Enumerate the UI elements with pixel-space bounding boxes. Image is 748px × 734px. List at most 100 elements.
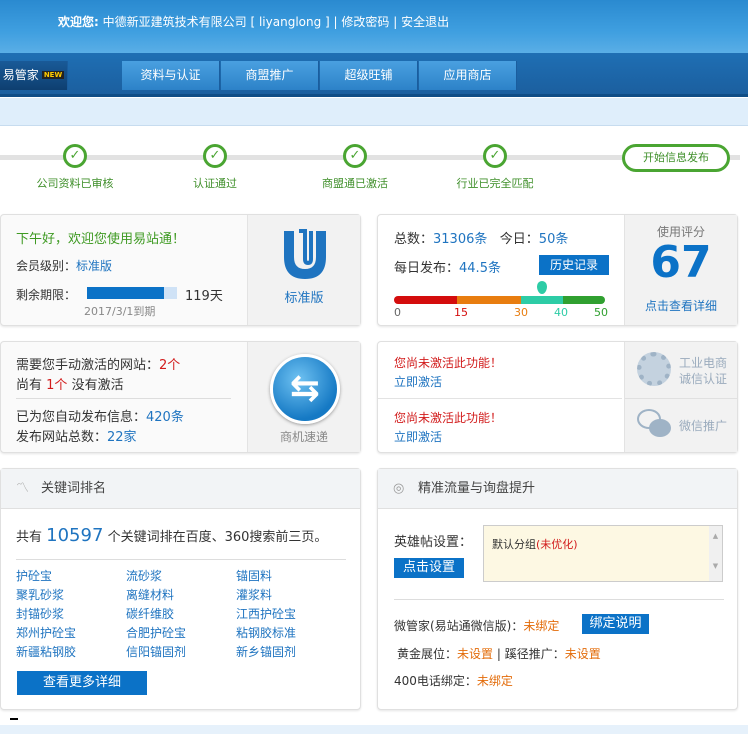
keyword-link[interactable]: 离缝材料 (126, 586, 174, 603)
gauge-marker-icon (536, 281, 547, 294)
sites-count: 22家 (107, 430, 137, 445)
gauge-tick: 0 (394, 306, 401, 319)
tab-label: 易管家 (2, 68, 39, 82)
keyword-link[interactable]: 碳纤维胶 (126, 605, 174, 622)
start-publish-button[interactable]: 开始信息发布 (622, 144, 730, 172)
new-badge: NEW (41, 71, 65, 79)
set-button[interactable]: 点击设置 (394, 558, 464, 578)
quick-opportunity[interactable]: ⇆ 商机速递 (247, 342, 360, 452)
keyword-link[interactable]: 灌浆料 (236, 586, 272, 603)
separator: | (496, 647, 501, 661)
feature-warning: 您尚未激活此功能！ (394, 356, 503, 370)
gauge-tick: 40 (554, 306, 568, 319)
keyword-link[interactable]: 郑州护砼宝 (16, 624, 76, 641)
phone-binding: 400电话绑定：未绑定 (394, 672, 513, 689)
history-button[interactable]: 历史记录 (539, 255, 609, 275)
scrollbar[interactable]: ▲ ▼ (709, 526, 722, 581)
keyword-link[interactable]: 锚固料 (236, 567, 272, 584)
remaining-label: 剩余期限： (16, 288, 77, 302)
total-label: 总数： (394, 232, 434, 247)
wechat-promotion[interactable]: 微信推广 (625, 399, 737, 452)
dash-mark (10, 718, 18, 720)
refresh-arrows-icon: ⇆ (270, 354, 340, 424)
feature-name: 微信推广 (679, 419, 728, 433)
keyword-link[interactable]: 封锚砂浆 (16, 605, 64, 622)
gauge-tick: 50 (594, 306, 608, 319)
remaining-bar (87, 287, 177, 299)
keyword-link[interactable]: 新疆粘钢胶 (16, 643, 76, 660)
score-detail-link[interactable]: 点击查看详细 (625, 297, 737, 314)
path-label: 蹊径推广： (504, 647, 565, 661)
check-icon: ✓ (343, 144, 367, 168)
keyword-link[interactable]: 流砂浆 (126, 567, 162, 584)
group-status: (未优化) (536, 538, 578, 551)
step-label: 商盟通已激活 (322, 177, 388, 190)
feature-sidebar: 工业电商 诚信认证 微信推广 (624, 342, 737, 452)
step-label: 行业已完全匹配 (456, 177, 534, 190)
keyword-link[interactable]: 粘钢胶标准 (236, 624, 296, 641)
keyword-link[interactable]: 聚乳砂浆 (16, 586, 64, 603)
industrial-ecommerce-cert[interactable]: 工业电商 诚信认证 (625, 342, 737, 398)
panel-title: 关键词排名 (41, 481, 107, 496)
tab-app-store[interactable]: 应用商店 (419, 61, 517, 90)
group-textarea[interactable]: 默认分组(未优化) ▲ ▼ (483, 525, 723, 582)
auto-publish: 已为您自动发布信息：420条 (16, 406, 184, 425)
activate-link[interactable]: 立即激活 (394, 428, 442, 445)
wechat-label: 微管家(易站通微信版)： (394, 619, 524, 633)
step-label: 认证通过 (193, 177, 237, 190)
plan-logo-icon (284, 229, 326, 279)
tab-alliance-promotion[interactable]: 商盟推广 (221, 61, 319, 90)
gold-status: 未设置 (457, 647, 494, 661)
top-header: 欢迎您: 中德新亚建筑技术有限公司 [ liyanglong ] | 修改密码 … (0, 0, 748, 53)
keyword-link[interactable]: 新乡锚固剂 (236, 643, 296, 660)
more-details-button[interactable]: 查看更多详细 (17, 671, 147, 695)
divider (16, 559, 346, 560)
daily-label: 每日发布： (394, 261, 460, 276)
phone-status: 未绑定 (476, 674, 513, 688)
keyword-link[interactable]: 江西护砼宝 (236, 605, 296, 622)
welcome-bar: 欢迎您: 中德新亚建筑技术有限公司 [ liyanglong ] | 修改密码 … (58, 15, 450, 29)
account-panel: 下午好，欢迎您使用易站通！ 会员级别：标准版 剩余期限： 119天 2017/3… (0, 214, 361, 326)
gauge-segment (457, 296, 521, 304)
change-password-link[interactable]: 修改密码 (341, 15, 389, 29)
footer-band (0, 725, 748, 734)
check-icon: ✓ (203, 144, 227, 168)
score-box: 使用评分 67 点击查看详细 (624, 215, 737, 325)
keyword-summary: 共有 10597 个关键词排在百度、360搜索前三页。 (16, 525, 327, 546)
bind-info-button[interactable]: 绑定说明 (582, 614, 649, 634)
total-count: 总数：31306条 今日：50条 (394, 228, 568, 247)
summary-prefix: 共有 (16, 530, 43, 545)
username: liyanglong (258, 15, 322, 29)
tab-profile-certification[interactable]: 资料与认证 (122, 61, 220, 90)
divider (394, 599, 724, 600)
keyword-link[interactable]: 信阳锚固剂 (126, 643, 186, 660)
gauge-segment (520, 296, 563, 304)
cursor-target-icon: ◎ (393, 481, 405, 496)
plan-badge[interactable]: 标准版 (247, 215, 360, 325)
sub-band (0, 98, 748, 126)
tab-yiguanjia[interactable]: 易管家 NEW (0, 61, 68, 90)
logout-link[interactable]: 安全退出 (401, 15, 449, 29)
keyword-link[interactable]: 护砼宝 (16, 567, 52, 584)
daily-value: 44.5条 (459, 261, 501, 276)
not-active-count: 1个 (46, 378, 68, 393)
keyword-link[interactable]: 合肥护砼宝 (126, 624, 186, 641)
keyword-count: 10597 (46, 525, 104, 546)
site-total: 发布网站总数：22家 (16, 426, 137, 445)
wechat-binding: 微管家(易站通微信版)：未绑定 (394, 617, 559, 634)
tab-super-shop[interactable]: 超级旺铺 (320, 61, 418, 90)
divider (16, 398, 231, 399)
greeting: 下午好，欢迎您使用易站通！ (16, 232, 186, 247)
check-icon: ✓ (63, 144, 87, 168)
keyword-ranking-panel: 〽关键词排名 共有 10597 个关键词排在百度、360搜索前三页。 护砼宝 流砂… (0, 468, 361, 710)
gauge-ticks: 0 15 30 40 50 (394, 306, 608, 320)
quick-opportunity-label: 商机速递 (279, 430, 328, 444)
stats-panel: 总数：31306条 今日：50条 每日发布：44.5条 历史记录 0 15 30 40… (377, 214, 738, 326)
total-value: 31306条 (433, 232, 488, 247)
panel-header: ◎ 精准流量与询盘提升 (378, 469, 737, 509)
gauge-tick: 30 (514, 306, 528, 319)
activate-link[interactable]: 立即激活 (394, 373, 442, 390)
level-value: 标准版 (76, 259, 113, 273)
score-gauge (394, 296, 605, 304)
activation-panel: 需要您手动激活的网站：2个 尚有 1个 没有激活 已为您自动发布信息：420条 … (0, 341, 361, 453)
